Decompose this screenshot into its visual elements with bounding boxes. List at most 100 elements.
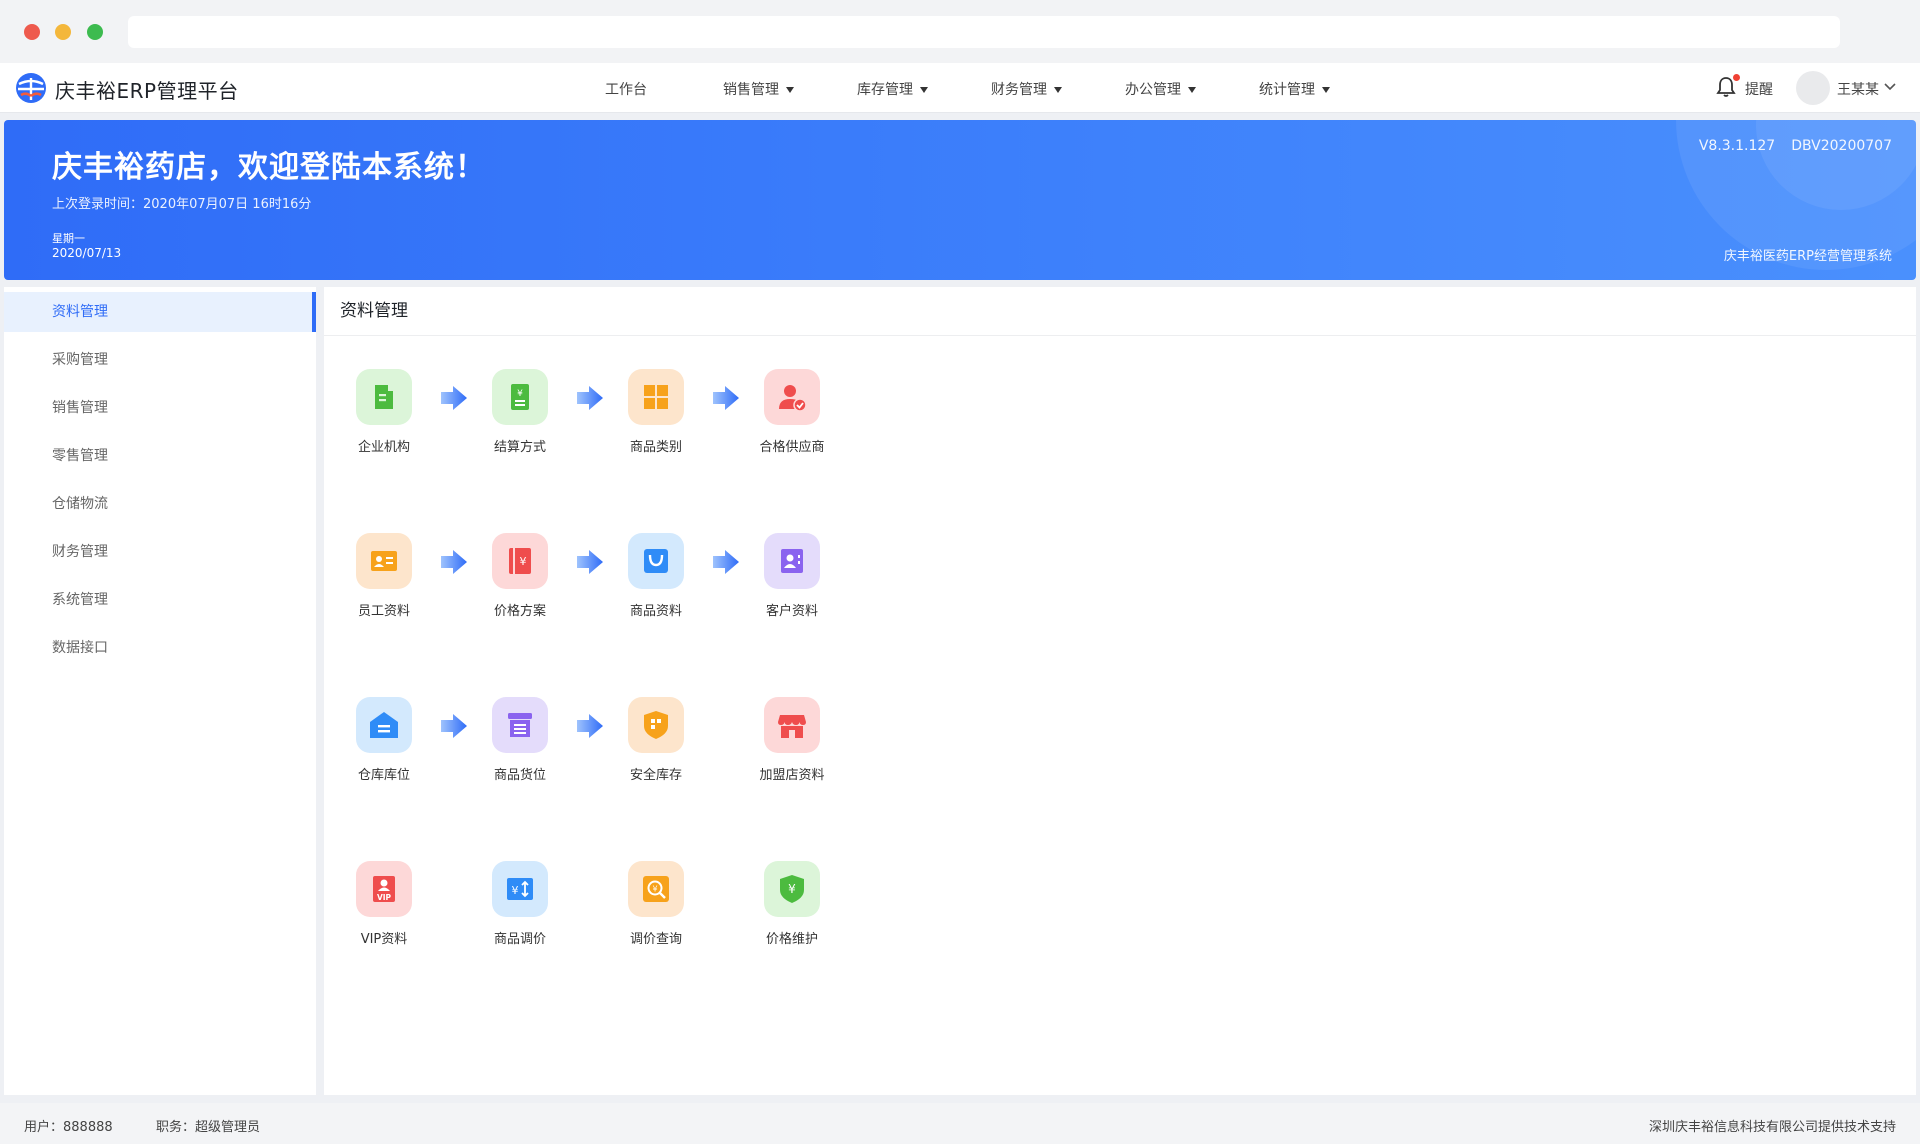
svg-text:¥: ¥ <box>520 555 527 568</box>
tile-warehouse-location[interactable]: 仓库库位 <box>339 697 429 783</box>
svg-text:¥: ¥ <box>512 884 519 897</box>
nav-label: 办公管理 <box>1125 82 1181 98</box>
tile-label: VIP资料 <box>360 932 408 947</box>
shopping-bag-icon <box>628 533 684 589</box>
building-icon <box>356 369 412 425</box>
tile-settlement[interactable]: ¥ 结算方式 <box>475 369 565 455</box>
tile-franchise-store[interactable]: 加盟店资料 <box>747 697 837 783</box>
window-maximize-button[interactable] <box>87 24 103 40</box>
svg-text:¥: ¥ <box>652 885 657 894</box>
notification-dot <box>1733 74 1740 81</box>
sidebar-item-retail[interactable]: 零售管理 <box>4 436 316 476</box>
price-adjust-icon: ¥ <box>492 861 548 917</box>
svg-text:¥: ¥ <box>788 882 796 896</box>
remind-link[interactable]: 提醒 <box>1745 79 1773 99</box>
flow-arrow-icon <box>441 550 467 574</box>
price-shield-icon: ¥ <box>764 861 820 917</box>
tile-label: 调价查询 <box>629 932 682 947</box>
window-close-button[interactable] <box>24 24 40 40</box>
tile-price-maintenance[interactable]: ¥ 价格维护 <box>747 861 837 947</box>
top-navigation: 庆丰裕ERP管理平台 工作台 销售管理 库存管理 财务管理 办公管理 统计管理 … <box>0 63 1920 113</box>
chevron-down-icon[interactable] <box>1884 83 1896 91</box>
tile-safety-stock[interactable]: 安全库存 <box>611 697 701 783</box>
app-version: V8.3.1.127 <box>1698 138 1776 154</box>
page-title: 资料管理 <box>324 287 1916 336</box>
sidebar-item-master-data[interactable]: 资料管理 <box>4 292 316 332</box>
sidebar-item-finance[interactable]: 财务管理 <box>4 532 316 572</box>
current-date: 2020/07/13 <box>52 246 122 260</box>
tile-category[interactable]: 商品类别 <box>611 369 701 455</box>
weekday: 星期一 <box>52 232 85 245</box>
tile-label: 加盟店资料 <box>759 768 825 783</box>
category-grid-icon <box>628 369 684 425</box>
flow-arrow-icon <box>713 386 739 410</box>
welcome-banner: 庆丰裕药店，欢迎登陆本系统！ 上次登录时间：2020年07月07日 16时16分… <box>4 120 1916 280</box>
tile-price-query[interactable]: ¥ 调价查询 <box>611 861 701 947</box>
bill-icon: ¥ <box>492 369 548 425</box>
flow-arrow-icon <box>713 550 739 574</box>
tile-goods-slot[interactable]: 商品货位 <box>475 697 565 783</box>
tech-support-credit: 深圳庆丰裕信息科技有限公司提供技术支持 <box>1648 1120 1896 1135</box>
user-role: 职务：超级管理员 <box>156 1120 261 1135</box>
sidebar-item-sales[interactable]: 销售管理 <box>4 388 316 428</box>
nav-item-sales[interactable]: 销售管理 <box>723 79 794 99</box>
nav-item-finance[interactable]: 财务管理 <box>991 79 1062 99</box>
avatar[interactable] <box>1796 71 1830 105</box>
contact-card-icon <box>764 533 820 589</box>
tile-label: 客户资料 <box>765 604 818 619</box>
sidebar-item-logistics[interactable]: 仓储物流 <box>4 484 316 524</box>
nav-item-statistics[interactable]: 统计管理 <box>1259 79 1330 99</box>
nav-label: 库存管理 <box>857 82 913 98</box>
tile-product[interactable]: 商品资料 <box>611 533 701 619</box>
nav-item-inventory[interactable]: 库存管理 <box>857 79 928 99</box>
main-panel: 资料管理 企业机构 ¥ 结算方式 商品类别 合格供应商 员工资料 ¥ 价格方案 … <box>324 287 1916 1095</box>
tile-label: 安全库存 <box>629 768 682 783</box>
db-version: DBV20200707 <box>1791 138 1892 154</box>
vip-card-icon: VIP <box>356 861 412 917</box>
username[interactable]: 王某某 <box>1837 79 1879 99</box>
caret-down-icon <box>1188 87 1196 93</box>
address-bar[interactable] <box>128 16 1840 48</box>
current-user: 用户：888888 <box>24 1120 113 1135</box>
price-search-icon: ¥ <box>628 861 684 917</box>
tile-price-adjust[interactable]: ¥ 商品调价 <box>475 861 565 947</box>
tile-price-plan[interactable]: ¥ 价格方案 <box>475 533 565 619</box>
id-card-icon <box>356 533 412 589</box>
flow-arrow-icon <box>441 386 467 410</box>
browser-chrome <box>0 0 1920 63</box>
tile-label: 价格方案 <box>493 604 546 619</box>
tile-staff[interactable]: 员工资料 <box>339 533 429 619</box>
nav-label: 财务管理 <box>991 82 1047 98</box>
price-book-icon: ¥ <box>492 533 548 589</box>
caret-down-icon <box>1322 87 1330 93</box>
system-name: 庆丰裕医药ERP经营管理系统 <box>1723 249 1892 264</box>
sidebar-item-system[interactable]: 系统管理 <box>4 580 316 620</box>
tile-label: 结算方式 <box>493 440 546 455</box>
tile-vip[interactable]: VIP VIP资料 <box>339 861 429 947</box>
tile-label: 商品类别 <box>629 440 682 455</box>
tile-label: 商品货位 <box>493 768 546 783</box>
nav-label: 销售管理 <box>723 82 779 98</box>
caret-down-icon <box>786 87 794 93</box>
nav-label: 统计管理 <box>1259 82 1315 98</box>
store-icon <box>764 697 820 753</box>
sidebar-item-purchase[interactable]: 采购管理 <box>4 340 316 380</box>
nav-item-workbench[interactable]: 工作台 <box>605 79 647 99</box>
status-bar: 用户：888888 职务：超级管理员 深圳庆丰裕信息科技有限公司提供技术支持 <box>0 1103 1920 1144</box>
caret-down-icon <box>1054 87 1062 93</box>
tile-enterprise[interactable]: 企业机构 <box>339 369 429 455</box>
svg-text:VIP: VIP <box>377 893 392 902</box>
tile-qualified-supplier[interactable]: 合格供应商 <box>747 369 837 455</box>
svg-text:¥: ¥ <box>517 389 523 399</box>
flow-arrow-icon <box>577 386 603 410</box>
sidebar-item-data-interface[interactable]: 数据接口 <box>4 628 316 668</box>
tile-label: 员工资料 <box>357 604 410 619</box>
archive-box-icon <box>492 697 548 753</box>
tile-label: 价格维护 <box>765 932 818 947</box>
window-minimize-button[interactable] <box>55 24 71 40</box>
tile-label: 企业机构 <box>357 440 410 455</box>
nav-item-office[interactable]: 办公管理 <box>1125 79 1196 99</box>
tile-customer[interactable]: 客户资料 <box>747 533 837 619</box>
flow-arrow-icon <box>577 550 603 574</box>
warehouse-icon <box>356 697 412 753</box>
